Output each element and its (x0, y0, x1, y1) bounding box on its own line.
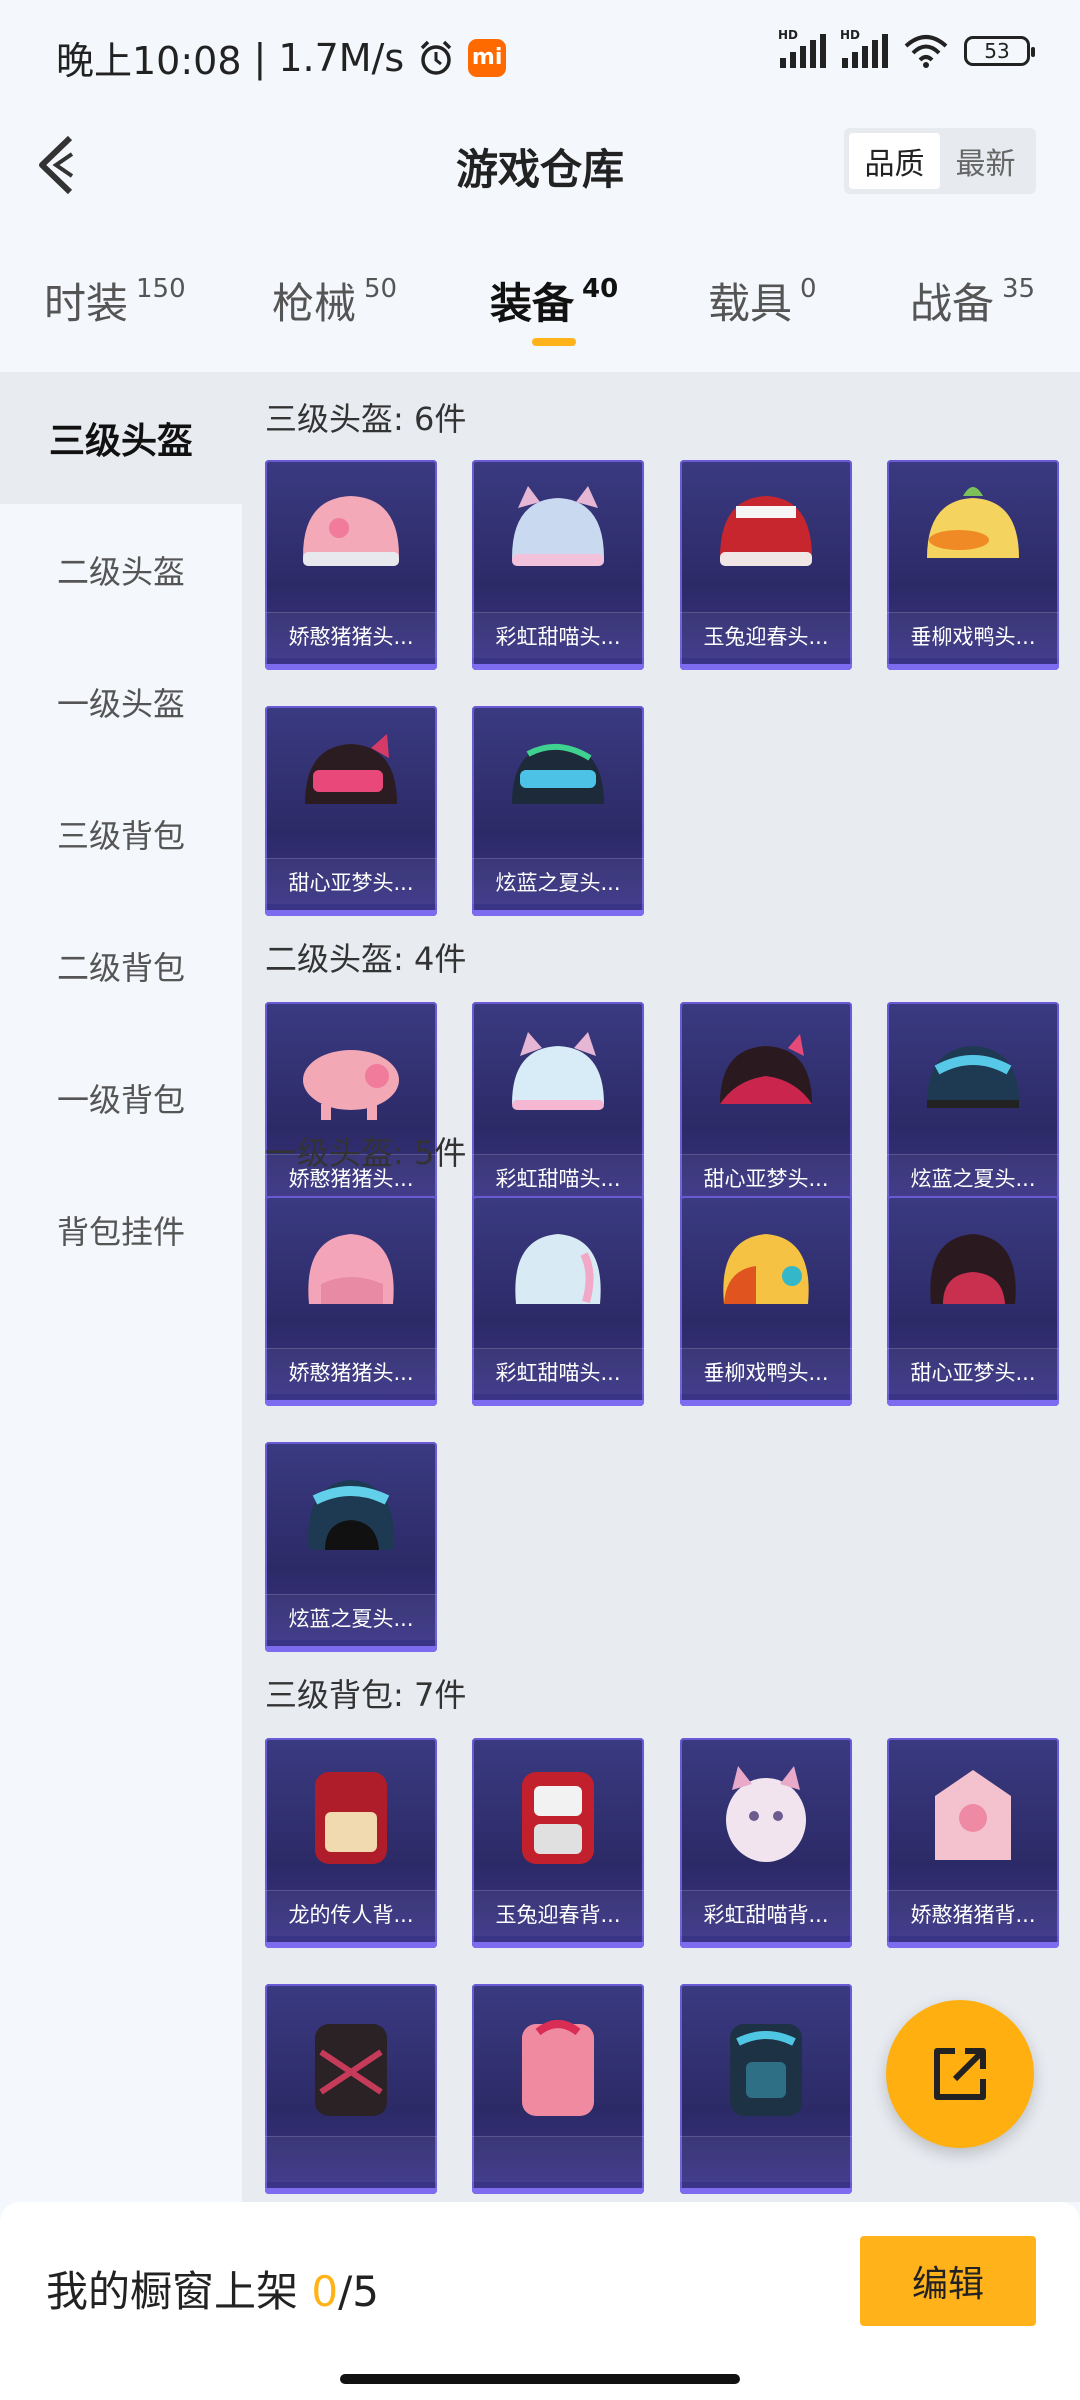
tab-equipment[interactable]: 装备 40 (490, 270, 618, 331)
item-card[interactable]: 甜心亚梦头... (680, 1002, 852, 1212)
sidebar-item-lv3-backpack[interactable]: 三级背包 (0, 768, 242, 900)
tab-fashion[interactable]: 时装 150 (44, 270, 186, 331)
item-card[interactable]: 彩虹甜喵头... (472, 460, 644, 670)
sidebar-item-lv1-helmet[interactable]: 一级头盔 (0, 636, 242, 768)
item-card[interactable]: 垂柳戏鸭头... (887, 460, 1059, 670)
sidebar-item-lv2-backpack[interactable]: 二级背包 (0, 900, 242, 1032)
item-grid-area: 三级头盔: 6件 娇憨猪猪头... 彩虹甜喵头... 玉兔迎春头... 垂柳戏鸭… (242, 372, 1080, 2202)
category-tabs: 时装 150 枪械 50 装备 40 载具 0 战备 35 (0, 250, 1080, 360)
shelf-total: /5 (338, 2267, 379, 2316)
sort-quality-button[interactable]: 品质 (849, 133, 940, 189)
backpack-icon (522, 2020, 594, 2116)
shelf-current-count: 0 (311, 2267, 339, 2316)
backpack-icon (522, 1772, 594, 1864)
section-title-lv3-backpack: 三级背包: 7件 (265, 1676, 467, 1714)
item-card[interactable]: 炫蓝之夏头... (265, 1442, 437, 1652)
sidebar-item-lv2-helmet[interactable]: 二级头盔 (0, 504, 242, 636)
item-card[interactable]: 玉兔迎春头... (680, 460, 852, 670)
item-card[interactable]: 龙的传人背... (265, 1738, 437, 1948)
sort-newest-button[interactable]: 最新 (940, 133, 1031, 189)
helmet-icon (305, 734, 397, 804)
helmet-icon (720, 1034, 812, 1104)
status-speed: 1.7M/s (278, 35, 405, 80)
share-fab[interactable] (886, 2000, 1034, 2148)
item-card[interactable]: 炫蓝之夏头... (472, 706, 644, 916)
header: 游戏仓库 品质 最新 (0, 110, 1080, 220)
item-card[interactable]: 娇憨猪猪头... (265, 1196, 437, 1406)
edit-button[interactable]: 编辑 (860, 2236, 1036, 2326)
sidebar-item-lv1-backpack[interactable]: 一级背包 (0, 1032, 242, 1164)
status-time: 晚上10:08 (56, 39, 242, 83)
helmet-icon (512, 486, 604, 566)
backpack-icon (730, 2024, 802, 2116)
item-card[interactable] (472, 1984, 644, 2194)
item-card[interactable]: 娇憨猪猪背... (887, 1738, 1059, 1948)
share-external-icon (934, 2048, 986, 2100)
alarm-icon (420, 40, 452, 75)
item-card[interactable]: 娇憨猪猪头... (265, 1002, 437, 1212)
helmet-icon (512, 743, 604, 804)
status-left: 晚上10:08 | 1.7M/s mi (56, 30, 507, 85)
helmet-icon (308, 1234, 394, 1304)
item-card[interactable]: 甜心亚梦头... (887, 1196, 1059, 1406)
tab-vehicles[interactable]: 载具 0 (708, 270, 817, 331)
item-card[interactable] (265, 1984, 437, 2194)
backpack-icon (935, 1770, 1011, 1860)
item-card[interactable]: 彩虹甜喵头... (472, 1002, 644, 1212)
helmet-icon (512, 1032, 604, 1110)
status-bar: 晚上10:08 | 1.7M/s mi HD HD 53 (0, 0, 1080, 110)
item-card[interactable]: 炫蓝之夏头... (887, 1002, 1059, 1212)
tab-supplies[interactable]: 战备 35 (910, 270, 1035, 331)
battery-icon: 53 (964, 36, 1035, 66)
item-card[interactable] (680, 1984, 852, 2194)
helmet-icon (303, 1050, 399, 1120)
shelf-label: 我的橱窗上架 (46, 2267, 312, 2316)
helmet-icon (723, 1234, 809, 1304)
sidebar-item-lv3-helmet[interactable]: 三级头盔 (0, 372, 242, 504)
sidebar-item-backpack-charm[interactable]: 背包挂件 (0, 1164, 242, 1296)
cell-signal-1-icon: HD (778, 28, 826, 68)
helmet-icon (927, 1046, 1019, 1108)
helmet-icon (515, 1234, 601, 1304)
mi-app-icon: mi (468, 38, 507, 77)
active-tab-indicator (532, 338, 576, 346)
status-divider: | (253, 35, 267, 80)
sidebar: 三级头盔 二级头盔 一级头盔 三级背包 二级背包 一级背包 背包挂件 (0, 372, 242, 2202)
wifi-icon (904, 35, 948, 68)
item-card[interactable]: 甜心亚梦头... (265, 706, 437, 916)
home-indicator[interactable] (340, 2374, 740, 2384)
section-title-lv1-helmet: 一级头盔: 5件 (265, 1134, 467, 1172)
tab-guns[interactable]: 枪械 50 (272, 270, 397, 331)
bottom-bar: 我的橱窗上架 0/5 编辑 (0, 2202, 1080, 2400)
item-card[interactable]: 娇憨猪猪头... (265, 460, 437, 670)
helmet-icon (930, 1234, 1016, 1304)
section-title-lv2-helmet: 二级头盔: 4件 (265, 940, 467, 978)
status-right: HD HD 53 (778, 28, 1035, 68)
helmet-icon (303, 496, 399, 566)
item-card[interactable]: 垂柳戏鸭头... (680, 1196, 852, 1406)
backpack-icon (726, 1766, 806, 1862)
cell-signal-2-icon: HD (840, 28, 888, 68)
backpack-icon (315, 1772, 387, 1864)
shelf-status: 我的橱窗上架 0/5 (46, 2258, 379, 2319)
item-card[interactable]: 玉兔迎春背... (472, 1738, 644, 1948)
item-card[interactable]: 彩虹甜喵背... (680, 1738, 852, 1948)
sort-toggle: 品质 最新 (844, 128, 1036, 194)
helmet-icon (927, 487, 1019, 558)
section-title-lv3-helmet: 三级头盔: 6件 (265, 400, 467, 438)
backpack-icon (315, 2024, 387, 2116)
helmet-icon (308, 1480, 394, 1550)
helmet-icon (720, 496, 812, 566)
item-card[interactable]: 彩虹甜喵头... (472, 1196, 644, 1406)
